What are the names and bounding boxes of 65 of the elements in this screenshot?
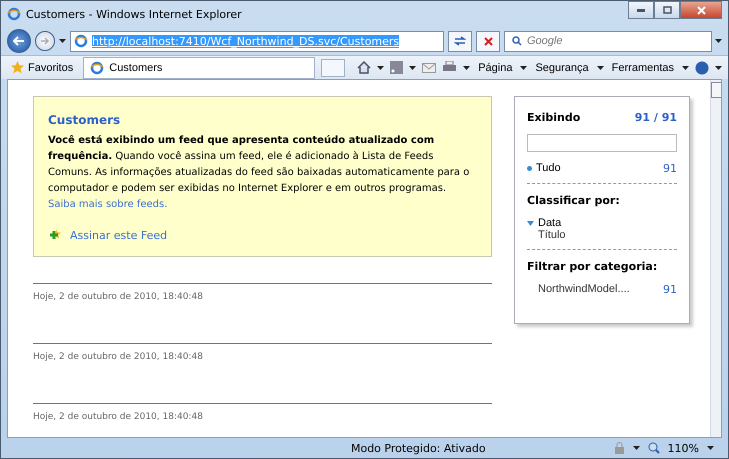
menu-button[interactable]: Segurança: [533, 62, 591, 74]
learn-more-link[interactable]: Saiba mais sobre feeds.: [48, 199, 168, 210]
caret-icon: [715, 66, 722, 70]
globe-icon: [90, 60, 104, 74]
category-count: 91: [663, 283, 677, 296]
filter-option[interactable]: Tudo: [527, 162, 561, 174]
arrow-right-icon: [40, 37, 50, 45]
feed-title: Customers: [48, 113, 122, 127]
maximize-button[interactable]: [654, 1, 680, 19]
entry-date: Hoje, 2 de outubro de 2010, 18:40:48: [33, 352, 203, 362]
sort-label: Classificar por:: [527, 194, 621, 207]
feed-description: Você está exibindo um feed que apresenta conteúdo atualizado com frequência. Quando você assina um feed, ele é adicionado à Lista de Feeds Comuns. As informações atualizadas do feed são baixadas automaticamente para o computador e podem ser exibidas no Internet Explorer e em outros programas. Saiba mais sobre feeds.: [48, 134, 470, 212]
close-icon: [696, 6, 706, 14]
showing-label: Exibindo: [527, 111, 580, 124]
add-star-icon: [48, 229, 62, 242]
window-title: Customers - Windows Internet Explorer: [26, 8, 243, 20]
minimize-icon: [637, 8, 645, 12]
search-field[interactable]: Google: [504, 30, 712, 52]
filter-count: 91: [663, 162, 677, 175]
caret-icon: [632, 446, 640, 450]
entry-date: Hoje, 2 de outubro de 2010, 18:40:48: [33, 292, 203, 302]
zoom-level[interactable]: 110%: [668, 442, 699, 454]
stop-button[interactable]: [476, 30, 500, 52]
category-option[interactable]: NorthwindModel....: [538, 283, 630, 295]
category-label: Filtrar por categoria:: [527, 260, 658, 273]
caret-icon: [520, 66, 528, 70]
arrow-left-icon: [13, 36, 25, 46]
sort-option[interactable]: Data: [538, 217, 562, 229]
browser-tab[interactable]: Customers: [83, 56, 316, 78]
scrollbar-thumb[interactable]: [711, 82, 721, 98]
menu-button[interactable]: Página: [476, 62, 514, 74]
subscribe-link[interactable]: Assinar este Feed: [70, 229, 168, 242]
lock-icon: [614, 442, 625, 454]
refresh-button[interactable]: [448, 30, 472, 52]
zoom-icon: [648, 442, 660, 454]
caret-icon: [409, 66, 416, 70]
home-icon[interactable]: [357, 61, 372, 74]
refresh-icon: [454, 36, 466, 46]
menu-button[interactable]: Ferramentas: [610, 62, 676, 74]
filter-field[interactable]: [527, 134, 677, 152]
close-icon: [484, 36, 492, 46]
globe-icon: [74, 34, 88, 48]
caret-icon: [596, 66, 604, 70]
star-icon: [11, 61, 24, 74]
caret-icon: [682, 66, 690, 70]
caret-icon: [707, 446, 714, 450]
showing-count: 91 / 91: [634, 111, 677, 124]
url-text: http://localhost:7410/Wcf_Northwind_DS.svc/Customers: [92, 34, 400, 48]
protected-mode-status: Modo Protegido: Ativado: [350, 442, 486, 454]
caret-icon: [715, 39, 722, 43]
caret-icon: [377, 66, 384, 70]
close-button[interactable]: [680, 1, 722, 19]
sort-option[interactable]: Título: [538, 229, 566, 241]
minimize-button[interactable]: [628, 1, 654, 19]
bullet-icon: [527, 166, 532, 170]
search-icon: [512, 36, 522, 46]
caret-icon: [463, 66, 470, 70]
forward-button[interactable]: [35, 31, 55, 51]
favorites-button[interactable]: Favoritos: [7, 61, 78, 74]
back-button[interactable]: [7, 29, 31, 53]
caret-icon: [59, 39, 66, 43]
globe-icon: [7, 7, 21, 21]
entry-date: Hoje, 2 de outubro de 2010, 18:40:48: [33, 412, 203, 422]
printer-icon[interactable]: [442, 61, 458, 74]
maximize-icon: [662, 6, 672, 14]
